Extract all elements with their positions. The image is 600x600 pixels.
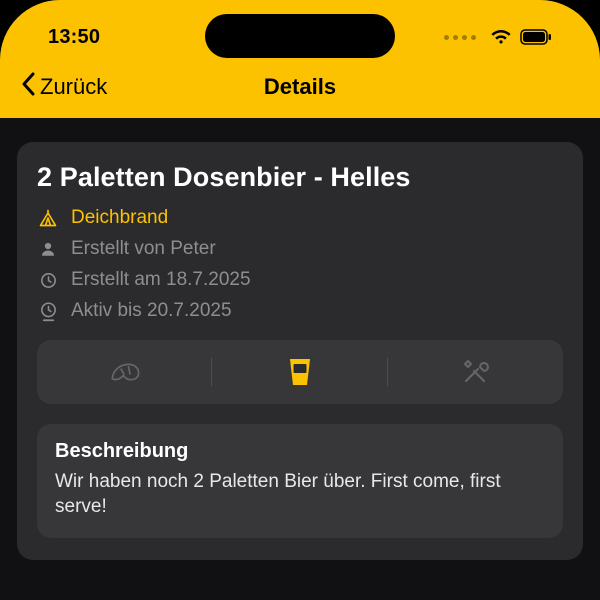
venue-row: Deichbrand [37, 207, 563, 229]
created-by-label: Erstellt von Peter [71, 238, 216, 260]
wifi-icon [490, 29, 512, 45]
venue-label: Deichbrand [71, 207, 168, 229]
description-body: Wir haben noch 2 Paletten Bier über. Fir… [55, 469, 545, 520]
croissant-icon [108, 358, 142, 386]
active-until-label: Aktiv bis 20.7.2025 [71, 300, 232, 322]
tools-icon [460, 357, 490, 387]
person-icon [37, 240, 59, 258]
segment-food[interactable] [37, 340, 212, 404]
chevron-left-icon [20, 72, 36, 102]
status-dots [444, 35, 476, 40]
created-at-label: Erstellt am 18.7.2025 [71, 269, 251, 291]
phone-frame: 13:50 Zurück Details [0, 0, 600, 600]
item-title: 2 Paletten Dosenbier - Helles [37, 162, 563, 193]
cup-icon [287, 357, 313, 387]
nav-title: Details [264, 74, 336, 100]
status-time: 13:50 [48, 26, 100, 49]
clock-icon [37, 271, 59, 290]
active-until-row: Aktiv bis 20.7.2025 [37, 300, 563, 322]
dynamic-island [205, 14, 395, 58]
detail-card: 2 Paletten Dosenbier - Helles Deichbrand… [17, 142, 583, 560]
created-at-row: Erstellt am 18.7.2025 [37, 269, 563, 291]
description-card: Beschreibung Wir haben noch 2 Paletten B… [37, 424, 563, 538]
content: 2 Paletten Dosenbier - Helles Deichbrand… [0, 118, 600, 600]
segment-drink[interactable] [212, 340, 387, 404]
created-by-row: Erstellt von Peter [37, 238, 563, 260]
description-heading: Beschreibung [55, 440, 545, 463]
battery-icon [520, 29, 552, 45]
back-button[interactable]: Zurück [20, 72, 107, 102]
clock-bar-icon [37, 301, 59, 322]
nav-bar: Zurück Details [0, 56, 600, 118]
back-label: Zurück [40, 74, 107, 100]
tent-icon [37, 208, 59, 228]
category-segments [37, 340, 563, 404]
segment-tools[interactable] [388, 340, 563, 404]
status-indicators [444, 29, 552, 45]
